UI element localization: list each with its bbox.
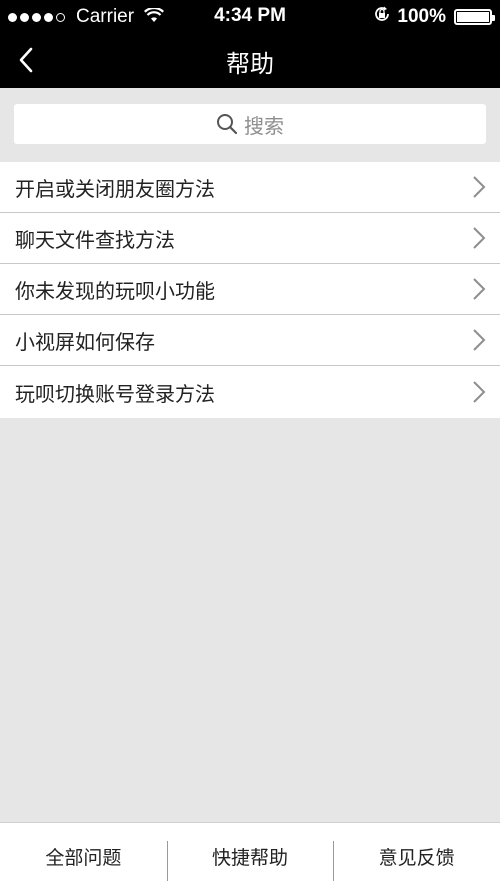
tab-feedback[interactable]: 意见反馈 [333,823,500,889]
rotation-lock-icon [373,5,391,29]
navigation-bar: 帮助 [0,32,500,88]
battery-icon [454,9,495,25]
chevron-right-icon [473,227,486,249]
search-input[interactable]: 搜索 [14,104,486,144]
search-area: 搜索 [0,88,500,160]
list-item[interactable]: 开启或关闭朋友圈方法 [0,162,500,213]
chevron-right-icon [473,381,486,403]
back-button[interactable] [6,40,46,80]
status-bar: Carrier 4:34 PM 100% [0,0,500,32]
bottom-tab-bar: 全部问题 快捷帮助 意见反馈 [0,822,500,889]
list-item[interactable]: 聊天文件查找方法 [0,213,500,264]
list-item-label: 你未发现的玩呗小功能 [15,278,215,303]
chevron-right-icon [473,329,486,351]
list-item[interactable]: 你未发现的玩呗小功能 [0,264,500,315]
list-item-label: 聊天文件查找方法 [15,227,175,252]
list-item-label: 开启或关闭朋友圈方法 [15,176,215,201]
battery-fill [457,12,489,22]
chevron-left-icon [19,47,33,73]
page-title: 帮助 [226,50,274,78]
chevron-right-icon [473,176,486,198]
tab-all-questions[interactable]: 全部问题 [0,823,167,889]
chevron-right-icon [473,278,486,300]
list-item-label: 小视屏如何保存 [15,329,155,354]
battery-percent: 100% [397,6,446,27]
tab-quick-help[interactable]: 快捷帮助 [166,823,334,889]
search-placeholder: 搜索 [244,113,284,138]
help-list: 开启或关闭朋友圈方法 聊天文件查找方法 你未发现的玩呗小功能 小视屏如何保存 玩… [0,162,500,418]
status-right: 100% [373,5,495,29]
list-item-label: 玩呗切换账号登录方法 [15,381,215,406]
list-item[interactable]: 小视屏如何保存 [0,315,500,366]
list-item[interactable]: 玩呗切换账号登录方法 [0,366,500,418]
search-icon [217,114,238,135]
